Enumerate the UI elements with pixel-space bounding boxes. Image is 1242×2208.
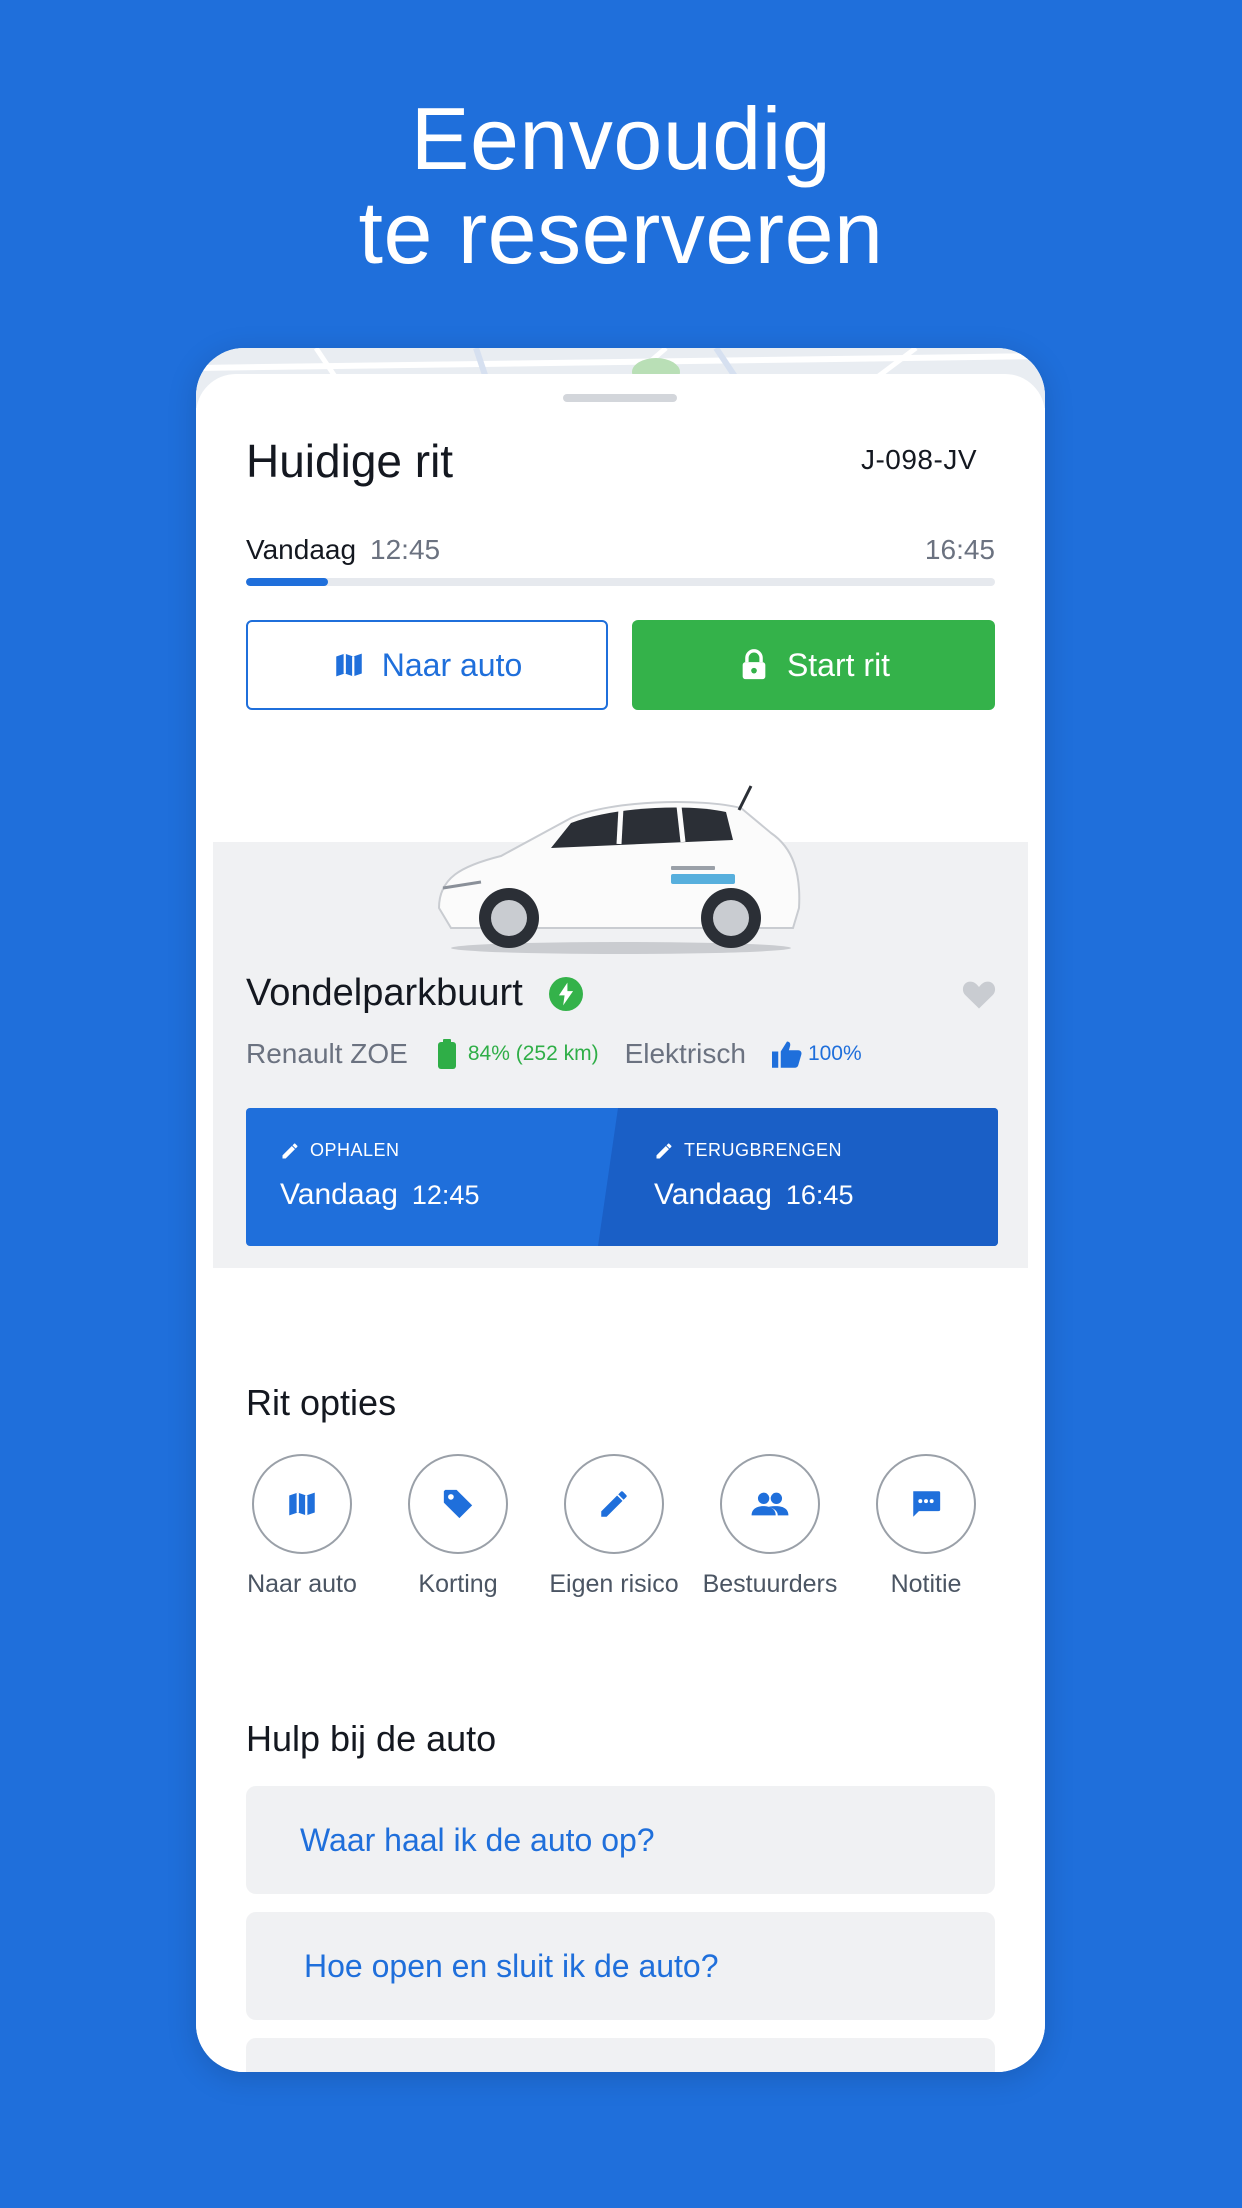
car-model: Renault ZOE xyxy=(246,1038,408,1069)
return-value: Vandaag 16:45 xyxy=(654,1178,853,1212)
trip-options: Naar auto Korting Eigen risico Bestuurde… xyxy=(222,1454,1022,1614)
trip-progress-bar xyxy=(246,578,995,586)
fuel-type: Elektrisch xyxy=(624,1038,746,1069)
map-icon xyxy=(289,1492,315,1516)
pickup-caption: OPHALEN xyxy=(280,1140,400,1161)
map-icon xyxy=(335,653,362,677)
option-note-circle xyxy=(876,1454,976,1554)
start-trip-button[interactable]: Start rit xyxy=(632,620,995,710)
pickup-value: Vandaag 12:45 xyxy=(280,1178,479,1212)
trip-options-title: Rit opties xyxy=(246,1382,397,1423)
trip-time-row: Vandaag 12:45 16:45 xyxy=(246,534,995,566)
pencil-icon xyxy=(601,1491,627,1517)
option-discount[interactable]: Korting xyxy=(378,1454,538,1599)
trip-start-time: 12:45 xyxy=(370,534,441,565)
car-rating-label: 100% xyxy=(807,1042,862,1065)
page-title: Huidige rit xyxy=(246,435,454,487)
lock-icon xyxy=(742,649,766,680)
help-item-pickup[interactable]: Waar haal ik de auto op? xyxy=(246,1786,995,1894)
option-navigate-circle xyxy=(252,1454,352,1554)
car-location-label: Vondelparkbuurt xyxy=(246,972,523,1014)
pencil-icon xyxy=(282,1143,298,1158)
help-item-pickup-label: Waar haal ik de auto op? xyxy=(300,1821,655,1858)
car-rating: 100% xyxy=(771,1040,862,1068)
start-trip-label: Start rit xyxy=(786,646,891,683)
battery-label: 84% (252 km) xyxy=(467,1042,599,1065)
people-icon xyxy=(751,1492,789,1516)
sheet-drag-handle[interactable] xyxy=(563,394,677,402)
return-day: Vandaag xyxy=(654,1178,772,1211)
tag-icon xyxy=(443,1489,473,1519)
headline-line-2: te reserveren xyxy=(358,183,884,282)
headline-line-1: Eenvoudig xyxy=(410,89,832,188)
option-navigate-label: Naar auto xyxy=(247,1570,357,1598)
navigate-to-car-button[interactable]: Naar auto xyxy=(246,620,608,710)
license-plate: J-098-JV xyxy=(860,444,977,475)
option-navigate[interactable]: Naar auto xyxy=(222,1454,382,1599)
pencil-icon xyxy=(656,1143,672,1158)
car-location: Vondelparkbuurt xyxy=(246,972,583,1015)
option-note[interactable]: Notitie xyxy=(846,1454,1006,1599)
car-image xyxy=(437,785,801,954)
help-item-lock-label: Hoe open en sluit ik de auto? xyxy=(304,1947,719,1984)
thumbs-up-icon xyxy=(771,1041,802,1068)
rental-period: OPHALEN Vandaag 12:45 TERUGBRENGEN Vandaa… xyxy=(246,1108,998,1246)
pickup-time: 12:45 xyxy=(411,1180,480,1210)
return-time: 16:45 xyxy=(785,1180,854,1210)
help-item-lock[interactable]: Hoe open en sluit ik de auto? xyxy=(246,1912,995,2020)
trip-end-time: 16:45 xyxy=(924,534,995,565)
pickup-day: Vandaag xyxy=(280,1178,398,1211)
trip-day: Vandaag xyxy=(246,534,357,565)
option-deductible-label: Eigen risico xyxy=(549,1570,679,1598)
navigate-to-car-label: Naar auto xyxy=(381,646,523,683)
option-deductible[interactable]: Eigen risico xyxy=(534,1454,694,1599)
car-details: Renault ZOE 84% (252 km) Elektrisch 100% xyxy=(246,1034,862,1074)
option-deductible-circle xyxy=(564,1454,664,1554)
return-caption-label: TERUGBRENGEN xyxy=(684,1140,843,1160)
return-caption: TERUGBRENGEN xyxy=(654,1140,842,1161)
option-drivers-label: Bestuurders xyxy=(702,1570,838,1598)
option-discount-label: Korting xyxy=(418,1570,498,1598)
trip-sheet: Huidige rit J-098-JV Vandaag 12:45 16:45 … xyxy=(196,374,1045,2072)
option-note-label: Notitie xyxy=(890,1570,962,1598)
pickup-caption-label: OPHALEN xyxy=(310,1140,400,1160)
help-title: Hulp bij de auto xyxy=(246,1718,497,1759)
help-item-more[interactable] xyxy=(246,2038,995,2072)
option-drivers[interactable]: Bestuurders xyxy=(690,1454,850,1599)
battery-status: 84% (252 km) xyxy=(437,1039,599,1069)
battery-icon xyxy=(437,1039,456,1069)
trip-progress-fill xyxy=(246,578,329,586)
chat-icon xyxy=(913,1491,941,1517)
heart-icon[interactable] xyxy=(961,978,997,1010)
option-drivers-circle xyxy=(720,1454,820,1554)
option-discount-circle xyxy=(408,1454,508,1554)
headline: Eenvoudig te reserveren xyxy=(0,92,1242,280)
phone-frame: Huidige rit J-098-JV Vandaag 12:45 16:45 … xyxy=(196,348,1045,2072)
lightning-icon xyxy=(548,976,583,1011)
